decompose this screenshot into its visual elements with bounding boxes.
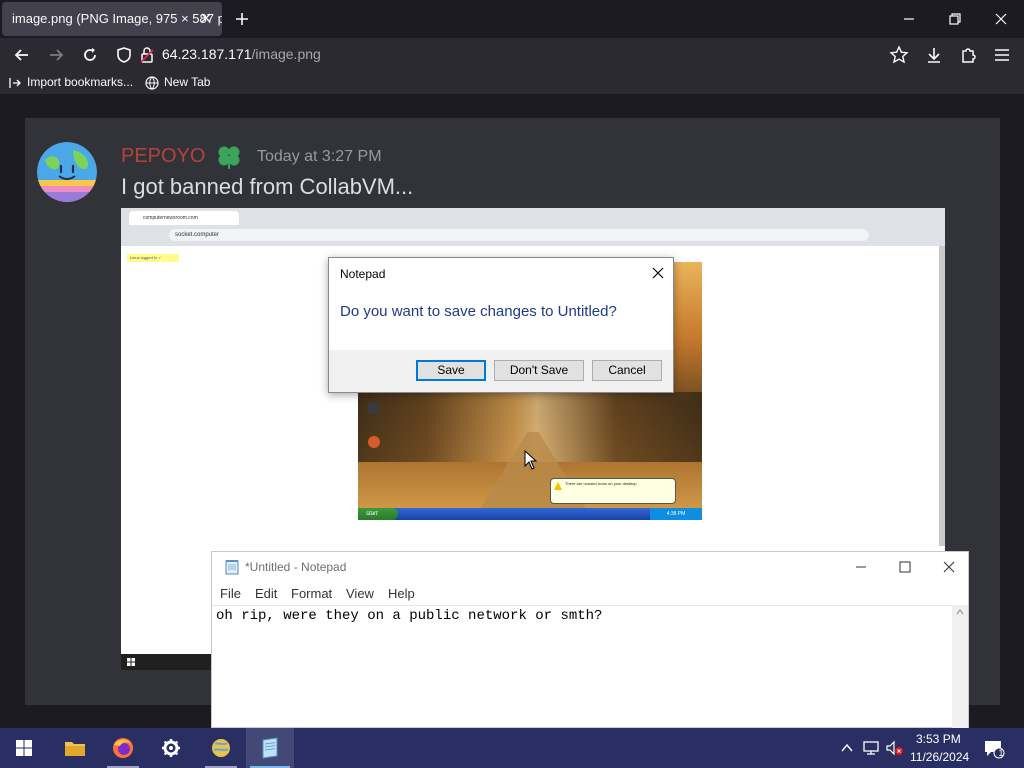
- gear-icon: [162, 739, 180, 757]
- notification-count-badge: 1: [998, 748, 1004, 758]
- clover-badge-icon: [218, 146, 240, 169]
- volume-muted-icon[interactable]: [885, 740, 905, 756]
- tab-strip: image.png (PNG Image, 975 × 587 pixels): [0, 0, 1024, 38]
- menu-view[interactable]: View: [346, 586, 374, 601]
- embedded-yellow-label: Linux logged in ✓: [127, 254, 179, 262]
- notepad-content[interactable]: oh rip, were they on a public network or…: [216, 608, 602, 624]
- extensions-puzzle-icon[interactable]: [958, 45, 978, 65]
- browser-tab[interactable]: image.png (PNG Image, 975 × 587 pixels): [2, 2, 222, 36]
- shield-icon[interactable]: [114, 45, 134, 65]
- bookmark-new-tab[interactable]: New Tab: [164, 75, 210, 89]
- dialog-footer: Save Don't Save Cancel: [329, 350, 673, 392]
- minimize-icon[interactable]: [900, 10, 918, 28]
- notepad-icon: [262, 737, 278, 759]
- taskbar-clock-date[interactable]: 11/26/2024: [910, 750, 969, 764]
- reload-icon[interactable]: [80, 45, 100, 65]
- bookmarks-bar: Import bookmarks... New Tab: [0, 72, 1024, 94]
- menu-hamburger-icon[interactable]: [992, 45, 1012, 65]
- firefox-icon: [113, 738, 133, 758]
- notepad-close-icon[interactable]: [942, 560, 956, 574]
- back-arrow-icon[interactable]: [12, 45, 32, 65]
- close-window-icon[interactable]: [992, 10, 1010, 28]
- dialog-question: Do you want to save changes to Untitled?: [340, 303, 617, 320]
- menu-file[interactable]: File: [220, 586, 241, 601]
- downloads-icon[interactable]: [924, 45, 944, 65]
- xp-notification-balloon: There are unused icons on your desktop: [550, 478, 676, 504]
- notepad-icon: [225, 560, 239, 575]
- earth-avatar-icon: [37, 142, 97, 202]
- folder-icon: [65, 742, 85, 756]
- xp-balloon-title: There are unused icons on your desktop: [565, 481, 637, 486]
- start-button[interactable]: [0, 728, 48, 768]
- globe-icon: [145, 76, 159, 90]
- xp-taskbar: start 4:38 PM: [358, 508, 702, 520]
- save-button[interactable]: Save: [416, 360, 486, 381]
- notepad-scrollbar[interactable]: [952, 605, 968, 729]
- embedded-browser-tab: computernewsroom.com: [129, 211, 239, 225]
- url-path: /image.png: [251, 46, 321, 62]
- windows-taskbar: 3:53 PM 11/26/2024 1: [0, 728, 1024, 768]
- restore-icon[interactable]: [946, 10, 964, 28]
- embedded-url-bar: socket.computer: [169, 229, 869, 241]
- taskbar-app-globe[interactable]: [197, 728, 245, 768]
- taskbar-firefox[interactable]: [99, 728, 147, 768]
- notepad-window[interactable]: *Untitled - Notepad File Edit Format Vie…: [211, 551, 969, 729]
- message-timestamp: Today at 3:27 PM: [257, 148, 382, 165]
- taskbar-notepad[interactable]: [246, 728, 294, 768]
- warning-icon: [554, 482, 562, 490]
- xp-desktop-icon: [368, 436, 380, 448]
- network-icon[interactable]: [862, 740, 880, 756]
- message-text: I got banned from CollabVM...: [121, 174, 414, 199]
- dialog-close-icon[interactable]: [651, 266, 665, 280]
- bookmark-star-icon[interactable]: [889, 45, 909, 65]
- notepad-text-area[interactable]: oh rip, were they on a public network or…: [212, 605, 952, 729]
- notepad-titlebar[interactable]: *Untitled - Notepad: [212, 552, 968, 582]
- menu-edit[interactable]: Edit: [255, 586, 277, 601]
- tab-title: image.png (PNG Image, 975 × 587 pixels): [12, 11, 222, 26]
- cancel-button[interactable]: Cancel: [592, 360, 662, 381]
- xp-tray-clock: 4:38 PM: [650, 508, 702, 520]
- navigation-bar: 64.23.187.171/image.png: [0, 38, 1024, 72]
- xp-desktop-icon: [368, 402, 380, 414]
- embedded-scrollbar: [939, 246, 945, 546]
- notepad-menubar: File Edit Format View Help: [212, 582, 968, 604]
- dialog-title: Notepad: [340, 267, 386, 281]
- new-tab-plus-icon[interactable]: [233, 10, 251, 28]
- notepad-title: *Untitled - Notepad: [245, 560, 347, 574]
- bookmark-import[interactable]: Import bookmarks...: [27, 75, 133, 89]
- mouse-cursor-icon: [524, 450, 538, 470]
- taskbar-clock-time[interactable]: 3:53 PM: [916, 732, 961, 746]
- globe-app-icon: [212, 739, 230, 757]
- notepad-save-dialog[interactable]: Notepad Do you want to save changes to U…: [328, 257, 674, 393]
- menu-help[interactable]: Help: [388, 586, 415, 601]
- lock-warning-icon[interactable]: [137, 45, 157, 65]
- forward-arrow-icon[interactable]: [46, 45, 66, 65]
- chevron-up-icon[interactable]: [840, 741, 854, 755]
- menu-format[interactable]: Format: [291, 586, 332, 601]
- notepad-minimize-icon[interactable]: [854, 560, 868, 574]
- url-host: 64.23.187.171: [162, 46, 252, 62]
- embedded-browser-chrome: computernewsroom.com socket.computer: [121, 208, 945, 246]
- tab-close-icon[interactable]: [200, 12, 212, 24]
- xp-start-button: start: [358, 508, 398, 520]
- avatar: [37, 142, 97, 202]
- windows-logo-icon: [16, 740, 32, 756]
- username[interactable]: PEPOYO: [121, 145, 205, 168]
- scroll-up-icon[interactable]: [956, 609, 964, 615]
- import-icon: [9, 78, 21, 88]
- windows-logo-icon: [127, 658, 135, 666]
- notepad-maximize-icon[interactable]: [898, 560, 912, 574]
- taskbar-settings[interactable]: [147, 728, 195, 768]
- taskbar-file-explorer[interactable]: [51, 728, 99, 768]
- url-bar[interactable]: 64.23.187.171/image.png: [162, 46, 321, 62]
- dont-save-button[interactable]: Don't Save: [494, 360, 584, 381]
